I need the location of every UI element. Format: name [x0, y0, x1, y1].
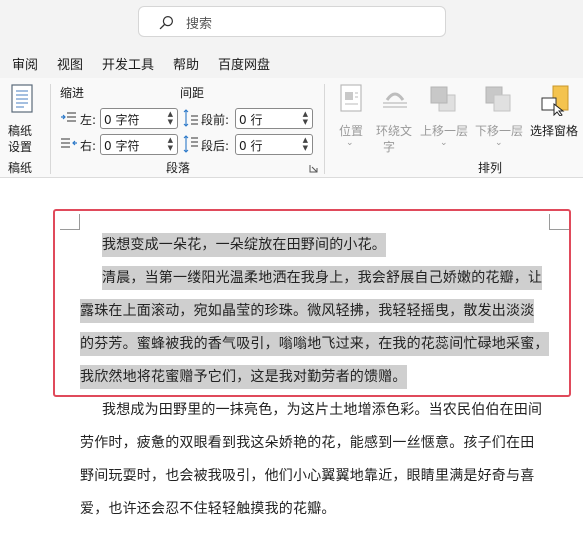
stepper-down-icon[interactable]: ▼: [303, 119, 308, 126]
spacing-after-icon: [183, 135, 198, 153]
stepper-up-icon[interactable]: ▲: [168, 137, 173, 144]
bring-forward-icon: [430, 86, 456, 112]
chevron-down-icon: ⌄: [440, 138, 448, 148]
ribbon-separator: [50, 84, 51, 174]
chevron-down-icon: ⌄: [346, 138, 354, 148]
group-label-paper: 稿纸: [8, 161, 33, 175]
paper-settings-label-2: 设置: [8, 140, 33, 154]
paragraph-3-line[interactable]: 野间玩耍时，也会被我吸引，他们小心翼翼地靠近，眼睛里满是好奇与喜: [80, 464, 534, 488]
group-label-arrange: 排列: [478, 161, 503, 175]
right-indent-label: 右:: [80, 139, 97, 153]
stepper-up-icon[interactable]: ▲: [303, 111, 308, 118]
search-label: 搜索: [186, 17, 213, 32]
indent-title: 缩进: [60, 86, 85, 100]
wrap-text-label-1: 环绕文: [376, 124, 413, 138]
selection-pane-label: 选择窗格: [530, 124, 579, 138]
position-button[interactable]: 位置 ⌄: [336, 82, 366, 154]
menu-view[interactable]: 视图: [57, 54, 83, 73]
send-backward-label: 下移一层: [475, 124, 524, 138]
send-backward-button[interactable]: 下移一层 ⌄: [473, 82, 525, 154]
stepper-down-icon[interactable]: ▼: [303, 145, 308, 152]
wrap-text-label-2: 字: [383, 140, 396, 154]
selection-pane-icon: [541, 85, 569, 116]
selection-pane-button[interactable]: 选择窗格: [528, 82, 582, 154]
paragraph-3-line[interactable]: 爱，也许还会忍不住轻轻触摸我的花瓣。: [80, 497, 336, 521]
chevron-down-icon: ⌄: [495, 138, 503, 148]
group-label-paragraph: 段落: [166, 161, 191, 175]
paper-settings-icon: [11, 84, 33, 113]
right-indent-value: 0 字符: [104, 139, 140, 153]
left-indent-stepper[interactable]: 0 字符 ▲ ▼: [100, 108, 178, 129]
left-indent-label: 左:: [80, 113, 97, 127]
spacing-after-label: 段后:: [201, 139, 230, 153]
right-indent-stepper[interactable]: 0 字符 ▲ ▼: [100, 134, 178, 155]
spacing-before-icon: [183, 109, 198, 127]
dialog-launcher-icon[interactable]: [309, 164, 318, 173]
menu-bar: 审阅 视图 开发工具 帮助 百度网盘: [0, 44, 583, 78]
stepper-up-icon[interactable]: ▲: [303, 137, 308, 144]
spacing-before-stepper[interactable]: 0 行 ▲ ▼: [235, 108, 313, 129]
search-box[interactable]: 搜索: [138, 6, 446, 37]
spacing-after-stepper[interactable]: 0 行 ▲ ▼: [235, 134, 313, 155]
stepper-down-icon[interactable]: ▼: [168, 119, 173, 126]
search-icon: [159, 15, 174, 30]
stepper-down-icon[interactable]: ▼: [168, 145, 173, 152]
bring-forward-button[interactable]: 上移一层 ⌄: [418, 82, 470, 154]
send-backward-icon: [485, 86, 511, 112]
spacing-before-value: 0 行: [239, 113, 263, 127]
menu-developer[interactable]: 开发工具: [102, 54, 154, 73]
ribbon-separator: [324, 84, 325, 174]
selection-highlight-frame: [53, 209, 571, 397]
right-indent-icon: [61, 138, 77, 148]
paper-settings-label-1: 稿纸: [8, 124, 33, 138]
bring-forward-label: 上移一层: [420, 124, 469, 138]
stepper-up-icon[interactable]: ▲: [168, 111, 173, 118]
position-icon: [340, 84, 362, 112]
paragraph-3-line[interactable]: 我想成为田野里的一抹亮色，为这片土地增添色彩。当农民伯伯在田间: [102, 398, 542, 422]
paper-settings-button[interactable]: 稿纸 设置: [4, 82, 40, 154]
ribbon: 稿纸 设置 稿纸 缩进 间距 左: 0 字符 ▲ ▼ 右: 0 字符 ▲ ▼ 段…: [0, 78, 583, 178]
title-bar: 搜索: [0, 0, 583, 44]
paragraph-3-line[interactable]: 劳作时，疲惫的双眼看到我这朵娇艳的花，能感到一丝惬意。孩子们在田: [80, 431, 534, 455]
menu-review[interactable]: 审阅: [12, 54, 38, 73]
menu-baidu-netdisk[interactable]: 百度网盘: [218, 54, 270, 73]
position-label: 位置: [339, 124, 364, 138]
left-indent-icon: [61, 112, 76, 122]
spacing-before-label: 段前:: [201, 113, 230, 127]
wrap-text-icon: [383, 92, 407, 108]
spacing-after-value: 0 行: [239, 139, 263, 153]
menu-help[interactable]: 帮助: [173, 54, 199, 73]
spacing-title: 间距: [180, 86, 205, 100]
left-indent-value: 0 字符: [104, 113, 140, 127]
wrap-text-button[interactable]: 环绕文 字: [373, 82, 419, 154]
